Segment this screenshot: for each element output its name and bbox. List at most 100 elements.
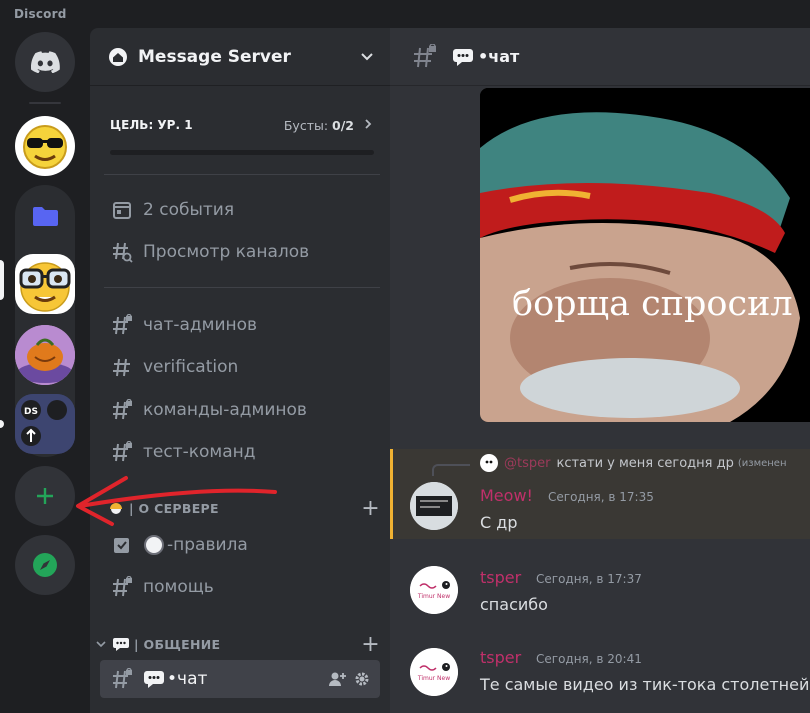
channel-label: verification	[143, 357, 239, 377]
speech-bubble-icon	[452, 48, 474, 66]
channel-sidebar: Message Server ЦЕЛЬ: УР. 1 Бусты: 0/2 2 …	[90, 28, 390, 713]
message-author[interactable]: tsper	[480, 568, 521, 587]
browse-channels-icon	[110, 240, 134, 264]
svg-text:Timur New: Timur New	[417, 593, 450, 600]
server-group-icon: DS	[15, 394, 75, 454]
meme-image-icon	[480, 88, 810, 422]
events-item[interactable]: 2 события	[100, 191, 380, 229]
image-caption: борща спросил	[512, 284, 793, 324]
avatar[interactable]: Timur New	[410, 648, 458, 696]
title-bar: Discord	[0, 0, 810, 28]
locked-hash-icon	[414, 43, 436, 67]
channel-label: тест-команд	[143, 442, 256, 462]
locked-hash-icon	[110, 667, 134, 691]
plus-icon	[37, 488, 53, 504]
boost-count: Бусты: 0/2	[283, 118, 354, 133]
server-icon-group[interactable]: DS	[15, 394, 75, 454]
server-icon-sunglasses[interactable]	[15, 116, 75, 176]
selected-server-indicator	[0, 260, 4, 300]
events-label: 2 события	[143, 200, 235, 220]
browse-channels-item[interactable]: Просмотр каналов	[100, 233, 380, 271]
channel-item[interactable]: чат-админов	[100, 306, 380, 344]
browse-channels-label: Просмотр каналов	[143, 242, 310, 262]
pumpkin-image-icon	[15, 325, 75, 385]
hash-icon	[110, 355, 134, 379]
reply-author[interactable]: @tsper	[504, 456, 550, 471]
locked-hash-icon	[110, 398, 134, 422]
meow-avatar-icon	[410, 482, 458, 530]
reply-spine	[432, 464, 470, 476]
sunglasses-emoji-icon	[23, 125, 67, 169]
message-timestamp: Сегодня, в 17:35	[548, 490, 654, 504]
calendar-icon	[110, 198, 134, 222]
category-label: | ОБЩЕНИЕ	[134, 636, 221, 652]
speech-bubble-icon	[143, 670, 165, 688]
unread-indicator	[0, 420, 4, 428]
add-member-icon[interactable]	[328, 671, 346, 687]
svg-text:Timur New: Timur New	[417, 675, 450, 682]
channel-header: •чат	[390, 28, 810, 86]
server-name: Message Server	[138, 46, 291, 67]
channel-actions	[328, 671, 380, 687]
timur-avatar-icon: Timur New	[410, 648, 458, 696]
channel-item[interactable]: verification	[100, 348, 380, 386]
folder-icon	[33, 207, 58, 226]
locked-hash-icon	[110, 575, 134, 599]
create-channel-plus-icon[interactable]: +	[361, 632, 380, 657]
channel-label: -правила	[167, 535, 248, 555]
divider	[104, 174, 380, 175]
server-icon-pumpkin[interactable]	[15, 325, 75, 385]
server-icon-nerd[interactable]	[15, 254, 75, 314]
locked-hash-icon	[110, 440, 134, 464]
message-timestamp: Сегодня, в 17:37	[536, 572, 642, 586]
message-author[interactable]: Meow!	[480, 486, 533, 505]
message-timestamp: Сегодня, в 20:41	[536, 652, 642, 666]
locked-hash-icon	[110, 313, 134, 337]
message-text: Те самые видео из тик-тока столетней	[480, 675, 810, 694]
divider	[104, 287, 380, 288]
channel-title: •чат	[478, 47, 520, 66]
svg-text:DS: DS	[24, 407, 38, 417]
category-chatting[interactable]: | ОБЩЕНИЕ +	[94, 632, 380, 657]
chevron-down-icon	[361, 52, 373, 60]
explore-servers-button[interactable]	[15, 535, 75, 595]
speech-bubble-icon	[112, 637, 130, 651]
chevron-right-icon	[365, 119, 372, 129]
avatar[interactable]: Timur New	[410, 566, 458, 614]
channel-label: чат-админов	[143, 315, 258, 335]
message-text: спасибо	[480, 595, 548, 614]
reply-preview[interactable]: @tsper кстати у меня сегодня др (изменен	[480, 454, 787, 472]
server-header[interactable]: Message Server	[90, 28, 390, 86]
server-list-separator	[29, 102, 61, 104]
channel-label: •чат	[167, 669, 208, 689]
sun-emoji-icon	[108, 501, 124, 515]
direct-messages-button[interactable]	[15, 32, 75, 92]
boost-progress-bar	[110, 150, 374, 155]
rules-icon	[110, 533, 134, 557]
channel-item[interactable]: -правила	[100, 526, 380, 564]
reply-text: кстати у меня сегодня др	[556, 455, 734, 471]
channel-item[interactable]: команды-админов	[100, 391, 380, 429]
channel-item[interactable]: тест-команд	[100, 433, 380, 471]
chat-area: •чат борща спросил @tsper кстати у меня …	[390, 28, 810, 713]
add-server-button[interactable]	[15, 466, 75, 526]
create-channel-plus-icon[interactable]: +	[361, 496, 380, 521]
message-author[interactable]: tsper	[480, 648, 521, 667]
category-label: | О СЕРВЕРЕ	[129, 500, 219, 516]
compass-icon	[33, 553, 57, 577]
message-image[interactable]: борща спросил	[480, 88, 810, 422]
boost-goal[interactable]: ЦЕЛЬ: УР. 1 Бусты: 0/2	[90, 86, 390, 160]
channel-label: команды-админов	[143, 400, 307, 420]
channel-label: помощь	[143, 577, 214, 597]
channel-item-active[interactable]: •чат	[100, 660, 380, 698]
gear-icon[interactable]	[354, 671, 370, 687]
category-about-server[interactable]: | О СЕРВЕРЕ +	[94, 496, 380, 521]
message-text: С др	[480, 513, 518, 532]
avatar[interactable]	[410, 482, 458, 530]
boost-goal-label: ЦЕЛЬ: УР. 1	[110, 118, 193, 132]
reply-avatar	[480, 454, 498, 472]
server-home-icon	[109, 47, 127, 66]
channel-item[interactable]: помощь	[100, 568, 380, 606]
app-name: Discord	[14, 7, 67, 21]
nerd-emoji-icon	[19, 262, 71, 312]
